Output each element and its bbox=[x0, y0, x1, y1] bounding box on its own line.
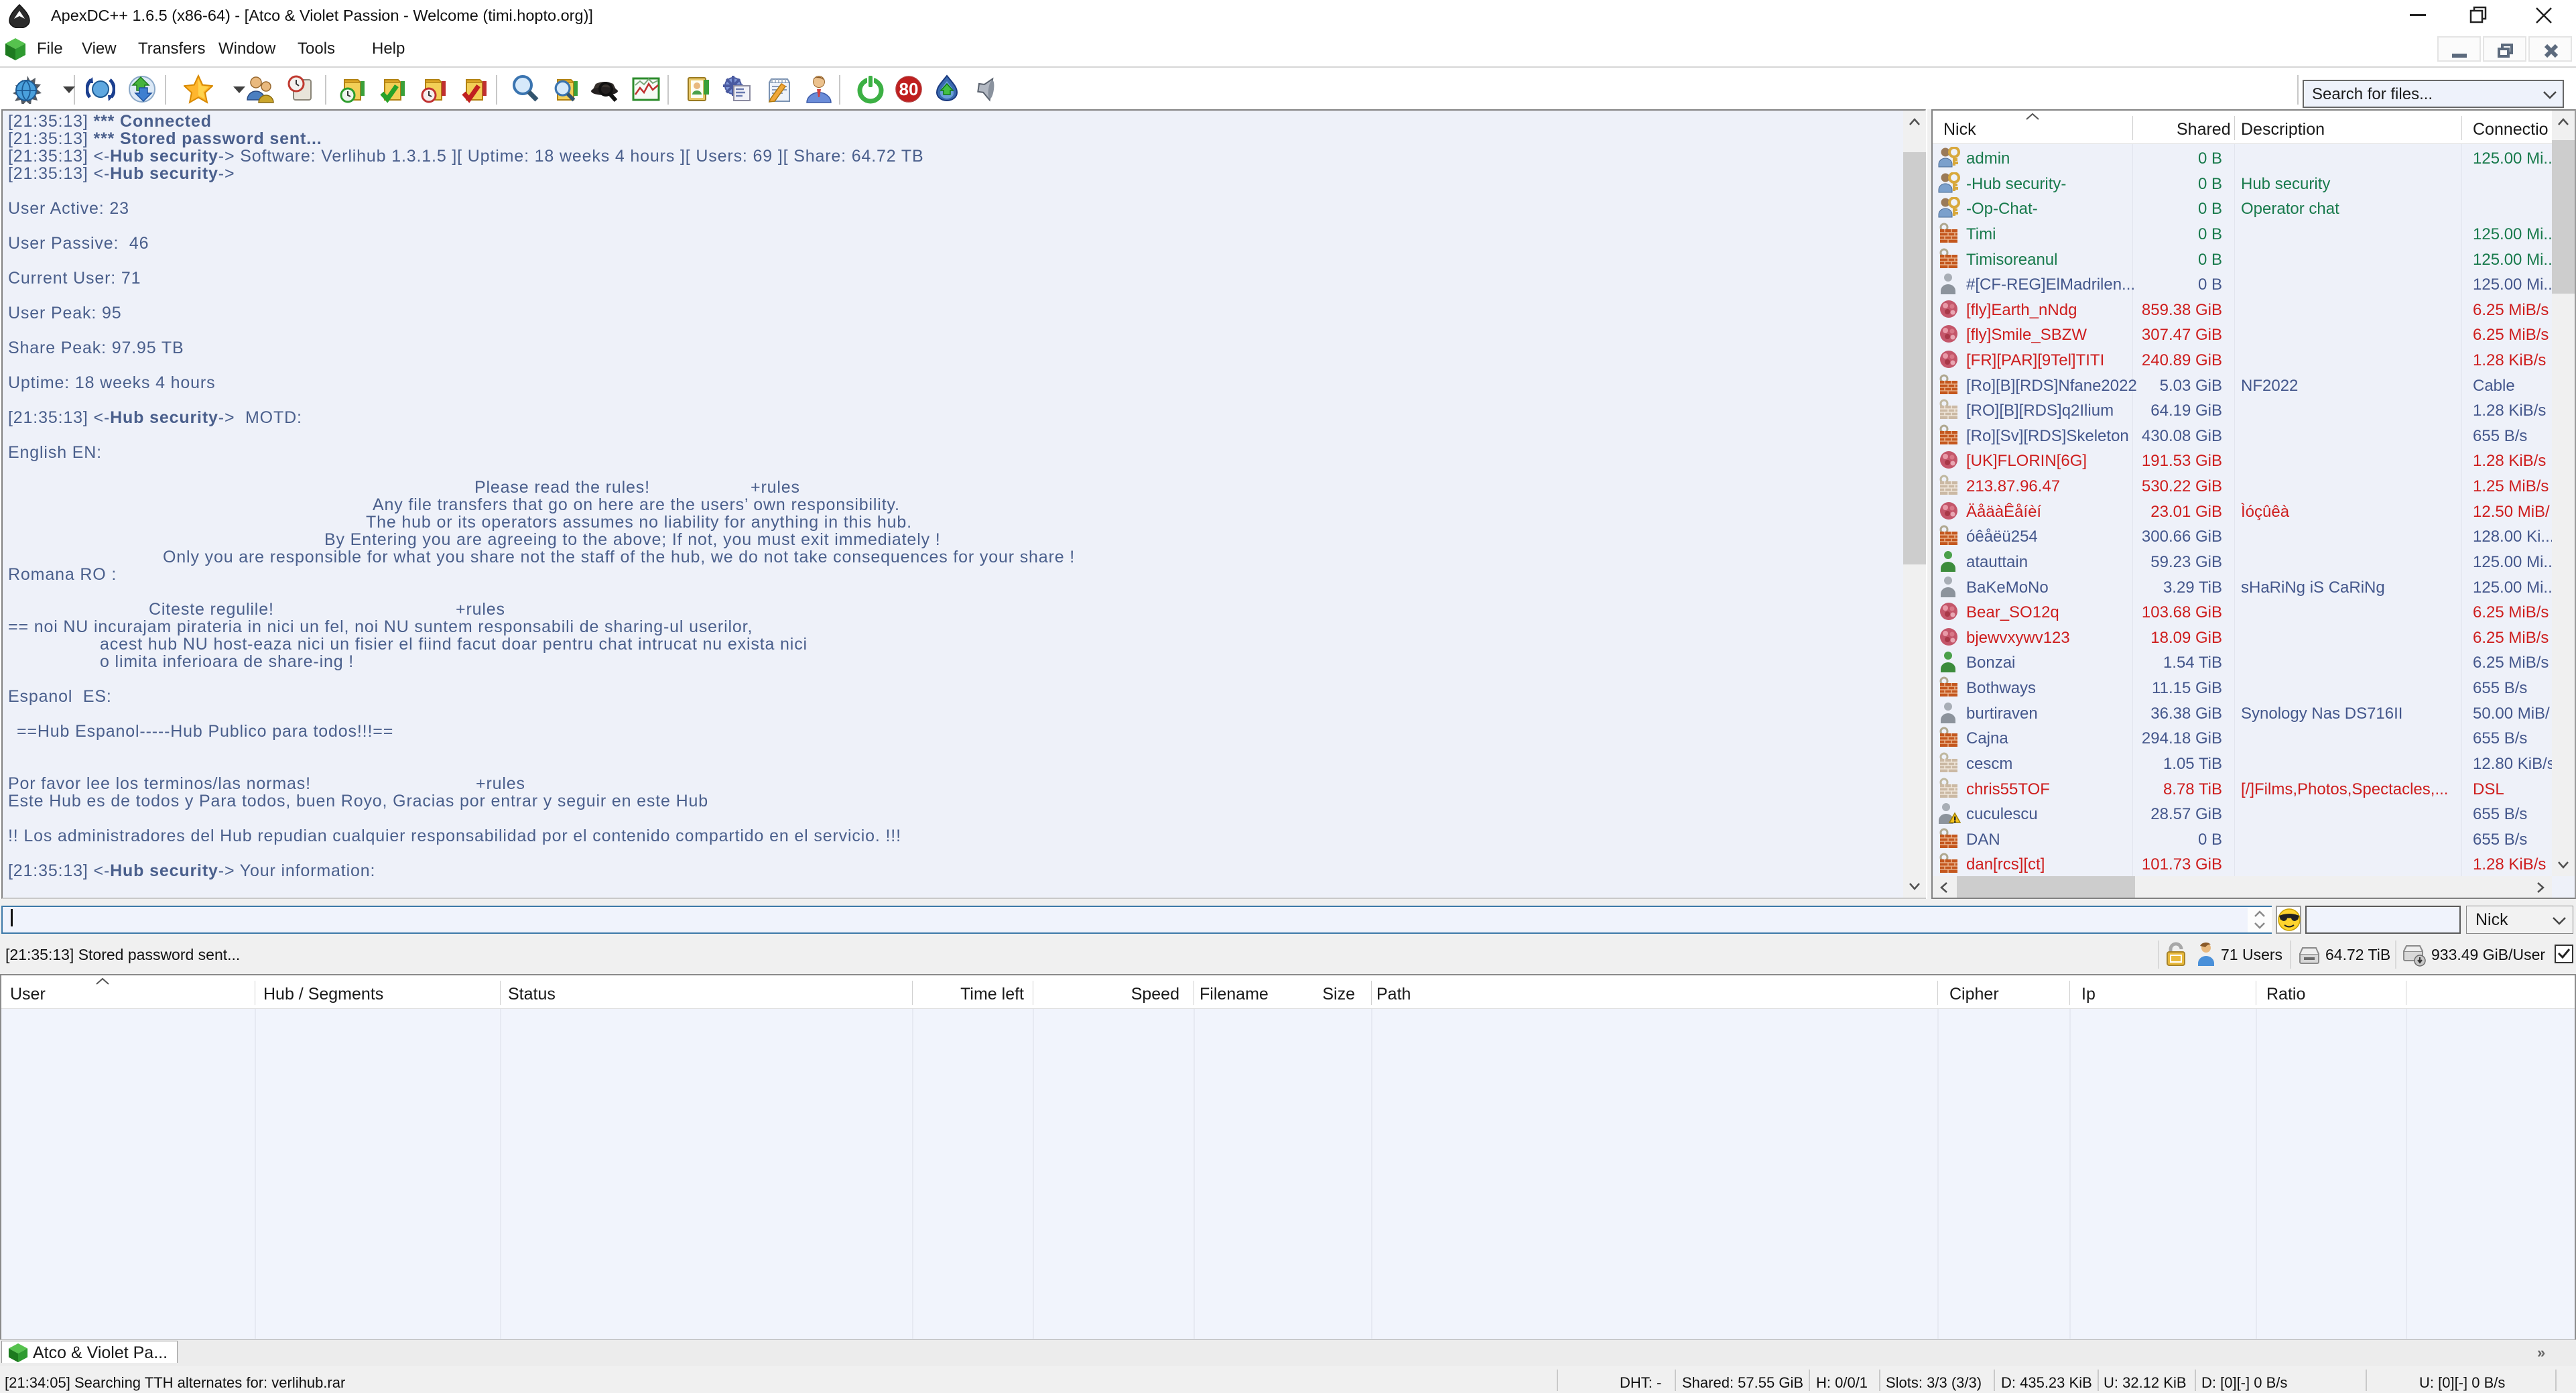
svg-text:80: 80 bbox=[899, 79, 919, 99]
